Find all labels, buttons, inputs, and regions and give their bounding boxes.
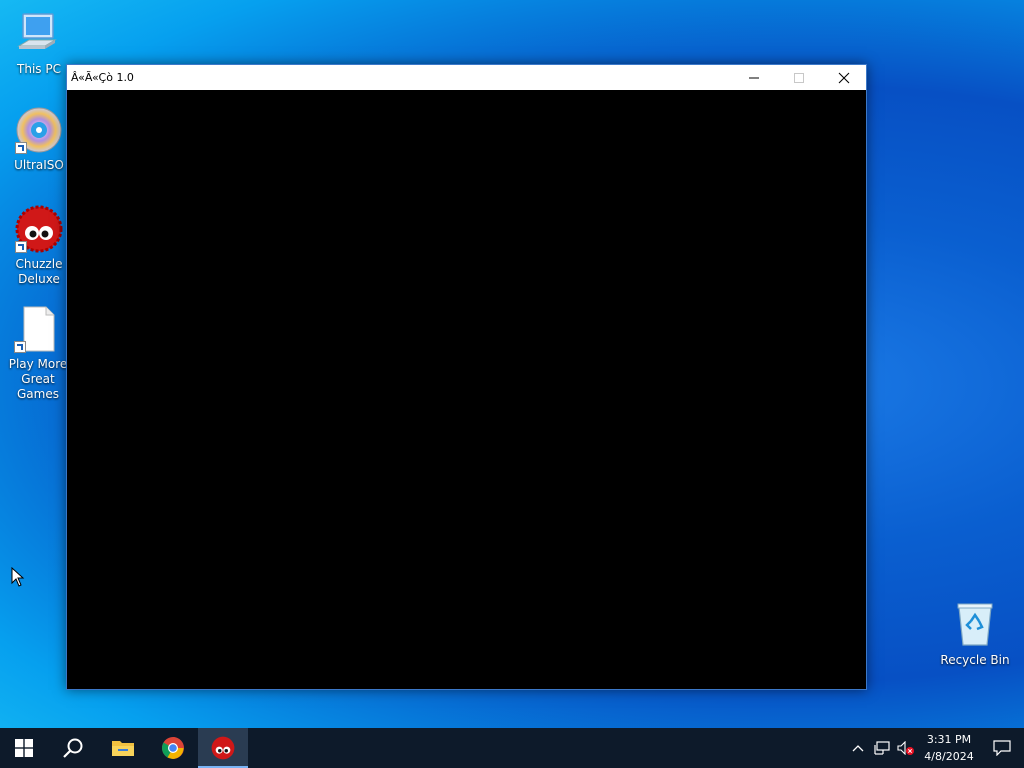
show-hidden-icons-button[interactable] bbox=[846, 728, 870, 768]
computer-icon bbox=[15, 10, 63, 58]
desktop-icon-play-more-games[interactable]: Play More Great Games bbox=[0, 305, 76, 402]
recycle-bin-icon bbox=[951, 601, 999, 649]
network-button[interactable] bbox=[870, 728, 894, 768]
taskbar: 3:31 PM 4/8/2024 bbox=[0, 728, 1024, 768]
document-icon bbox=[14, 305, 62, 353]
window-titlebar[interactable]: Â«Ã«Çò 1.0 bbox=[67, 65, 866, 90]
notification-icon bbox=[993, 740, 1011, 756]
desktop-icon-label: Play More Great Games bbox=[8, 357, 68, 401]
desktop-icon-label: This PC bbox=[17, 62, 61, 76]
volume-muted-icon bbox=[897, 741, 914, 755]
desktop-icon-chuzzle-deluxe[interactable]: Chuzzle Deluxe bbox=[2, 205, 76, 287]
chuzzle-icon bbox=[211, 736, 235, 760]
desktop-icon-this-pc[interactable]: This PC bbox=[2, 10, 76, 77]
window-title: Â«Ã«Çò 1.0 bbox=[71, 71, 134, 84]
desktop: This PC UltraISO Chuzzle Deluxe Play Mor… bbox=[0, 0, 1024, 728]
volume-button[interactable] bbox=[894, 728, 918, 768]
mouse-cursor-icon bbox=[11, 567, 25, 587]
network-icon bbox=[874, 741, 890, 755]
clock[interactable]: 3:31 PM 4/8/2024 bbox=[918, 731, 980, 765]
desktop-icon-recycle-bin[interactable]: Recycle Bin bbox=[938, 601, 1012, 668]
chrome-button[interactable] bbox=[148, 728, 198, 768]
minimize-icon bbox=[748, 77, 759, 78]
maximize-icon bbox=[793, 72, 804, 83]
file-explorer-icon bbox=[112, 741, 134, 756]
windows-start-icon bbox=[15, 739, 33, 757]
shortcut-arrow-icon bbox=[15, 241, 27, 253]
clock-time: 3:31 PM bbox=[926, 733, 972, 746]
clock-date: 4/8/2024 bbox=[924, 750, 974, 763]
shortcut-arrow-icon bbox=[14, 341, 26, 353]
disc-icon bbox=[15, 106, 63, 154]
app-window[interactable]: Â«Ã«Çò 1.0 bbox=[66, 64, 867, 690]
chrome-icon bbox=[162, 737, 184, 759]
desktop-icon-label: UltraISO bbox=[14, 158, 64, 172]
search-icon bbox=[63, 738, 83, 758]
chuzzle-icon bbox=[15, 205, 63, 253]
action-center-button[interactable] bbox=[980, 728, 1024, 768]
system-tray: 3:31 PM 4/8/2024 bbox=[846, 728, 1024, 768]
shortcut-arrow-icon bbox=[15, 142, 27, 154]
chuzzle-taskbar-button[interactable] bbox=[198, 728, 248, 768]
desktop-icon-label: Chuzzle Deluxe bbox=[15, 257, 63, 286]
desktop-icon-ultraiso[interactable]: UltraISO bbox=[2, 106, 76, 173]
close-button[interactable] bbox=[821, 65, 866, 90]
desktop-icon-label: Recycle Bin bbox=[940, 653, 1010, 667]
close-icon bbox=[838, 72, 849, 83]
file-explorer-button[interactable] bbox=[98, 728, 148, 768]
game-canvas[interactable] bbox=[67, 90, 866, 689]
chevron-up-icon bbox=[852, 745, 864, 752]
maximize-button bbox=[776, 65, 821, 90]
start-button[interactable] bbox=[0, 728, 48, 768]
search-button[interactable] bbox=[48, 728, 98, 768]
minimize-button[interactable] bbox=[731, 65, 776, 90]
